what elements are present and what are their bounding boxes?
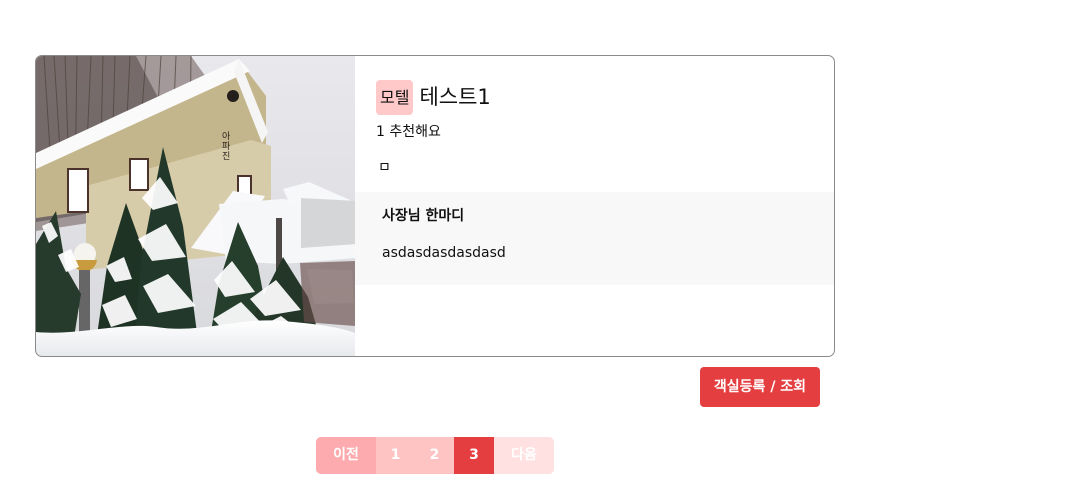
accommodation-photo: 아 파 진: [36, 56, 355, 356]
accommodation-card: 아 파 진 모텔 테스트1 1 추천해요 ㅁ 사장님 한마디 asdasdasd…: [35, 55, 835, 357]
pagination: 이전 1 2 3 다음: [316, 437, 554, 474]
room-register-view-button[interactable]: 객실등록 / 조회: [700, 367, 820, 407]
listing-title-row: 모텔 테스트1: [376, 80, 491, 115]
pagination-next-button[interactable]: 다음: [494, 437, 554, 474]
owner-message-text: asdasdasdasdasd: [382, 245, 506, 261]
svg-text:진: 진: [222, 151, 230, 162]
pagination-page-3-current[interactable]: 3: [454, 437, 494, 474]
pagination-prev-button[interactable]: 이전: [316, 437, 376, 474]
category-badge: 모텔: [376, 80, 414, 115]
owner-message-box: 사장님 한마디 asdasdasdasdasd: [355, 192, 834, 285]
house-snow-photo-icon: 아 파 진: [36, 56, 355, 356]
pagination-page-2[interactable]: 2: [415, 437, 454, 474]
recommendation-count: 1 추천해요: [376, 124, 441, 140]
small-text-value: ㅁ: [378, 160, 391, 176]
accommodation-info: 모텔 테스트1 1 추천해요 ㅁ 사장님 한마디 asdasdasdasdasd: [355, 56, 834, 356]
accommodation-name[interactable]: 테스트1: [419, 87, 490, 108]
pagination-page-1[interactable]: 1: [376, 437, 415, 474]
owner-message-title: 사장님 한마디: [382, 208, 465, 224]
svg-text:아: 아: [222, 131, 231, 142]
svg-text:파: 파: [222, 141, 231, 152]
